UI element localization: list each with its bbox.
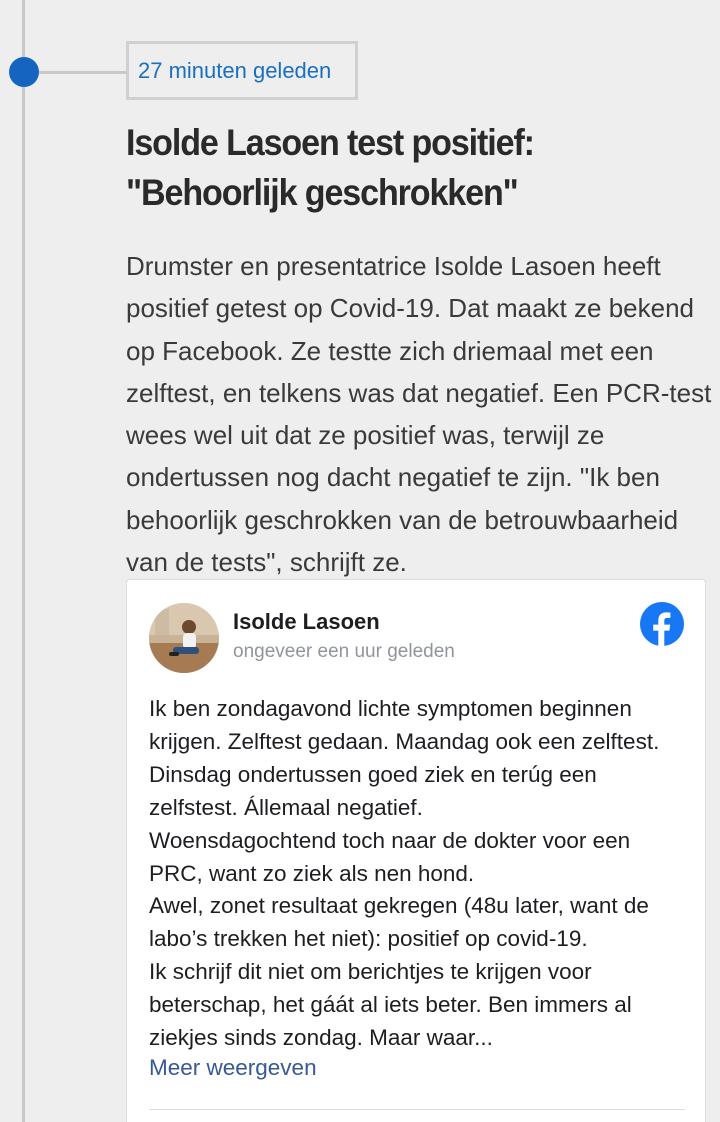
author-name[interactable]: Isolde Lasoen [233,609,380,635]
embed-divider [149,1109,685,1110]
facebook-icon[interactable] [640,602,684,646]
post-timestamp[interactable]: ongeveer een uur geleden [233,641,455,663]
timestamp-label: 27 minuten geleden [138,57,332,83]
post-text: Ik ben zondagavond lichte symptomen begi… [149,696,660,1051]
facebook-embed[interactable]: Isolde Lasoen ongeveer een uur geleden I… [126,579,706,1122]
see-more-link[interactable]: Meer weergeven [149,1055,317,1081]
entry-headline: Isolde Lasoen test positief: "Behoorlijk… [126,118,660,218]
timestamp-link[interactable]: 27 minuten geleden [126,41,358,100]
avatar[interactable] [149,603,219,673]
headline-line-1: Isolde Lasoen test positief: [126,122,535,163]
timeline-connector [39,71,127,74]
timeline-dot [9,57,39,87]
entry-body: Drumster en presentatrice Isolde Lasoen … [126,251,712,578]
timeline-line [22,0,25,1122]
liveblog-page: 27 minuten geleden Isolde Lasoen test po… [0,0,720,1122]
headline-line-2: "Behoorlijk geschrokken" [126,172,519,213]
